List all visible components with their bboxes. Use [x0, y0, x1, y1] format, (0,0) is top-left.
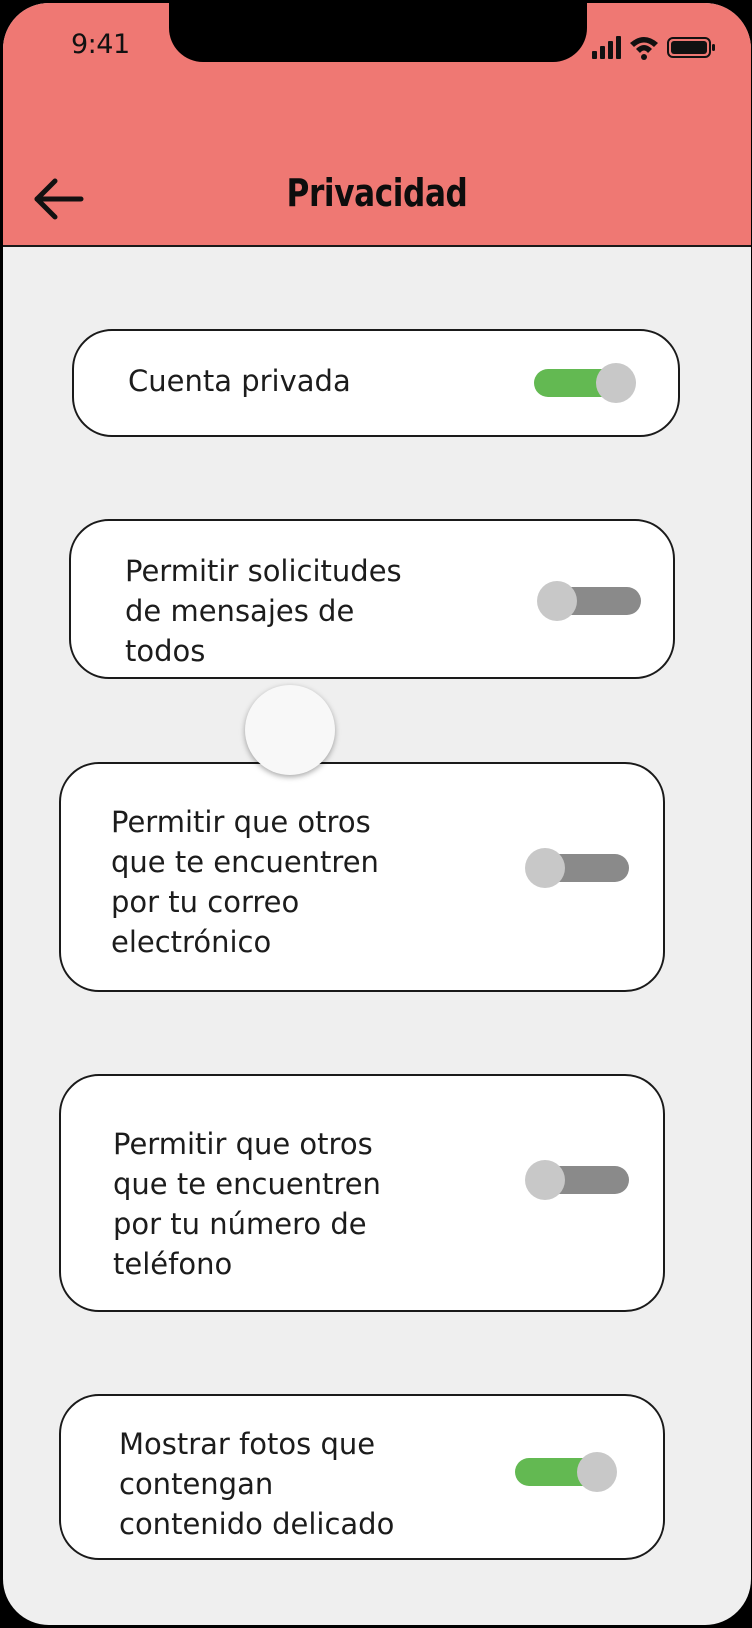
phone-screen: 9:41 Privacidad Cuenta privada Permitir …	[3, 3, 751, 1625]
device-notch	[169, 3, 587, 62]
touch-indicator	[245, 685, 335, 775]
setting-card-find-by-phone: Permitir que otros que te encuentren por…	[59, 1074, 665, 1312]
toggle-knob	[537, 581, 577, 621]
private-account-toggle[interactable]	[534, 363, 638, 403]
status-icons	[592, 36, 715, 60]
wifi-icon	[630, 37, 658, 60]
battery-icon	[667, 37, 715, 58]
page-title: Privacidad	[286, 171, 468, 215]
find-by-phone-toggle[interactable]	[525, 1160, 629, 1200]
toggle-knob	[525, 848, 565, 888]
setting-card-message-requests: Permitir solicitudes de mensajes de todo…	[69, 519, 675, 679]
setting-label: Permitir que otros que te encuentren por…	[111, 805, 379, 959]
find-by-email-toggle[interactable]	[525, 848, 629, 888]
toggle-knob	[525, 1160, 565, 1200]
setting-card-sensitive-content: Mostrar fotos que contengan contenido de…	[59, 1394, 665, 1560]
setting-card-private-account: Cuenta privada	[72, 329, 680, 437]
setting-label: Permitir que otros que te encuentren por…	[113, 1127, 381, 1281]
setting-label: Cuenta privada	[128, 364, 351, 398]
sensitive-content-toggle[interactable]	[515, 1452, 619, 1492]
app-header: 9:41 Privacidad	[3, 3, 751, 247]
setting-card-find-by-email: Permitir que otros que te encuentren por…	[59, 762, 665, 992]
cellular-signal-icon	[592, 36, 621, 59]
toggle-knob	[577, 1452, 617, 1492]
toggle-knob	[596, 363, 636, 403]
setting-label: Permitir solicitudes de mensajes de todo…	[125, 554, 402, 668]
message-requests-toggle[interactable]	[537, 581, 641, 621]
setting-label: Mostrar fotos que contengan contenido de…	[119, 1427, 395, 1541]
status-time: 9:41	[71, 29, 130, 60]
